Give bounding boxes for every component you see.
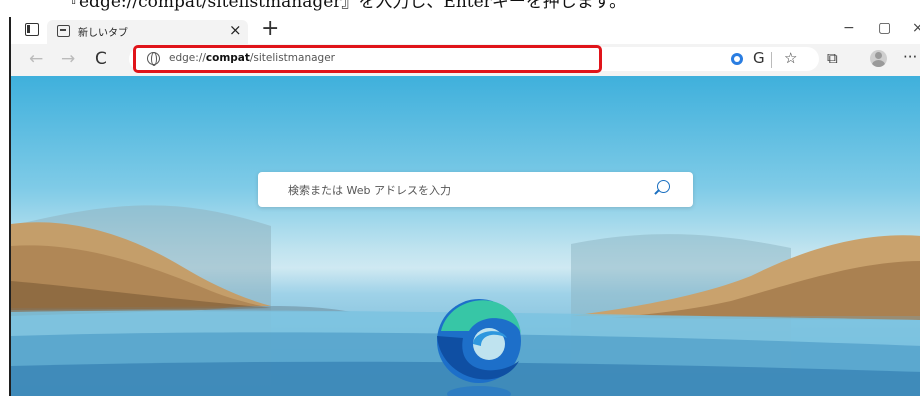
- tab-strip: 新しいタブ × + − ▢ ×: [11, 17, 920, 44]
- collections-icon[interactable]: ⧉: [827, 49, 838, 67]
- new-tab-page: [11, 76, 920, 396]
- profile-avatar[interactable]: [870, 50, 887, 67]
- toolbar-divider: [771, 52, 772, 68]
- new-tab-page-icon: [57, 25, 70, 37]
- refresh-button[interactable]: C: [95, 50, 107, 68]
- search-box[interactable]: [258, 172, 693, 207]
- address-highlight-box: [133, 45, 602, 73]
- minimize-button[interactable]: −: [843, 19, 855, 37]
- search-input[interactable]: [288, 181, 648, 199]
- search-icon[interactable]: [657, 180, 670, 193]
- favorites-icon[interactable]: ☆: [784, 49, 797, 67]
- close-window-button[interactable]: ×: [912, 19, 920, 37]
- browser-essentials-icon[interactable]: G: [753, 49, 765, 67]
- browser-window: 新しいタブ × + − ▢ × ← → C edge://compat/site…: [9, 17, 920, 396]
- tab-close-button[interactable]: ×: [229, 22, 242, 38]
- more-options-icon[interactable]: ···: [903, 48, 917, 66]
- tab-new-tab[interactable]: 新しいタブ ×: [47, 20, 248, 44]
- extension-icon[interactable]: [731, 53, 743, 65]
- back-button[interactable]: ←: [29, 50, 43, 68]
- forward-button[interactable]: →: [61, 50, 75, 68]
- instruction-caption: 『edge://compat/sitelistmanager』を入力し、Ente…: [62, 0, 627, 12]
- tab-title: 新しいタブ: [78, 28, 128, 39]
- landscape-background: [11, 205, 920, 396]
- maximize-button[interactable]: ▢: [878, 19, 891, 37]
- new-tab-button[interactable]: +: [261, 18, 279, 40]
- tab-actions-icon[interactable]: [25, 23, 39, 36]
